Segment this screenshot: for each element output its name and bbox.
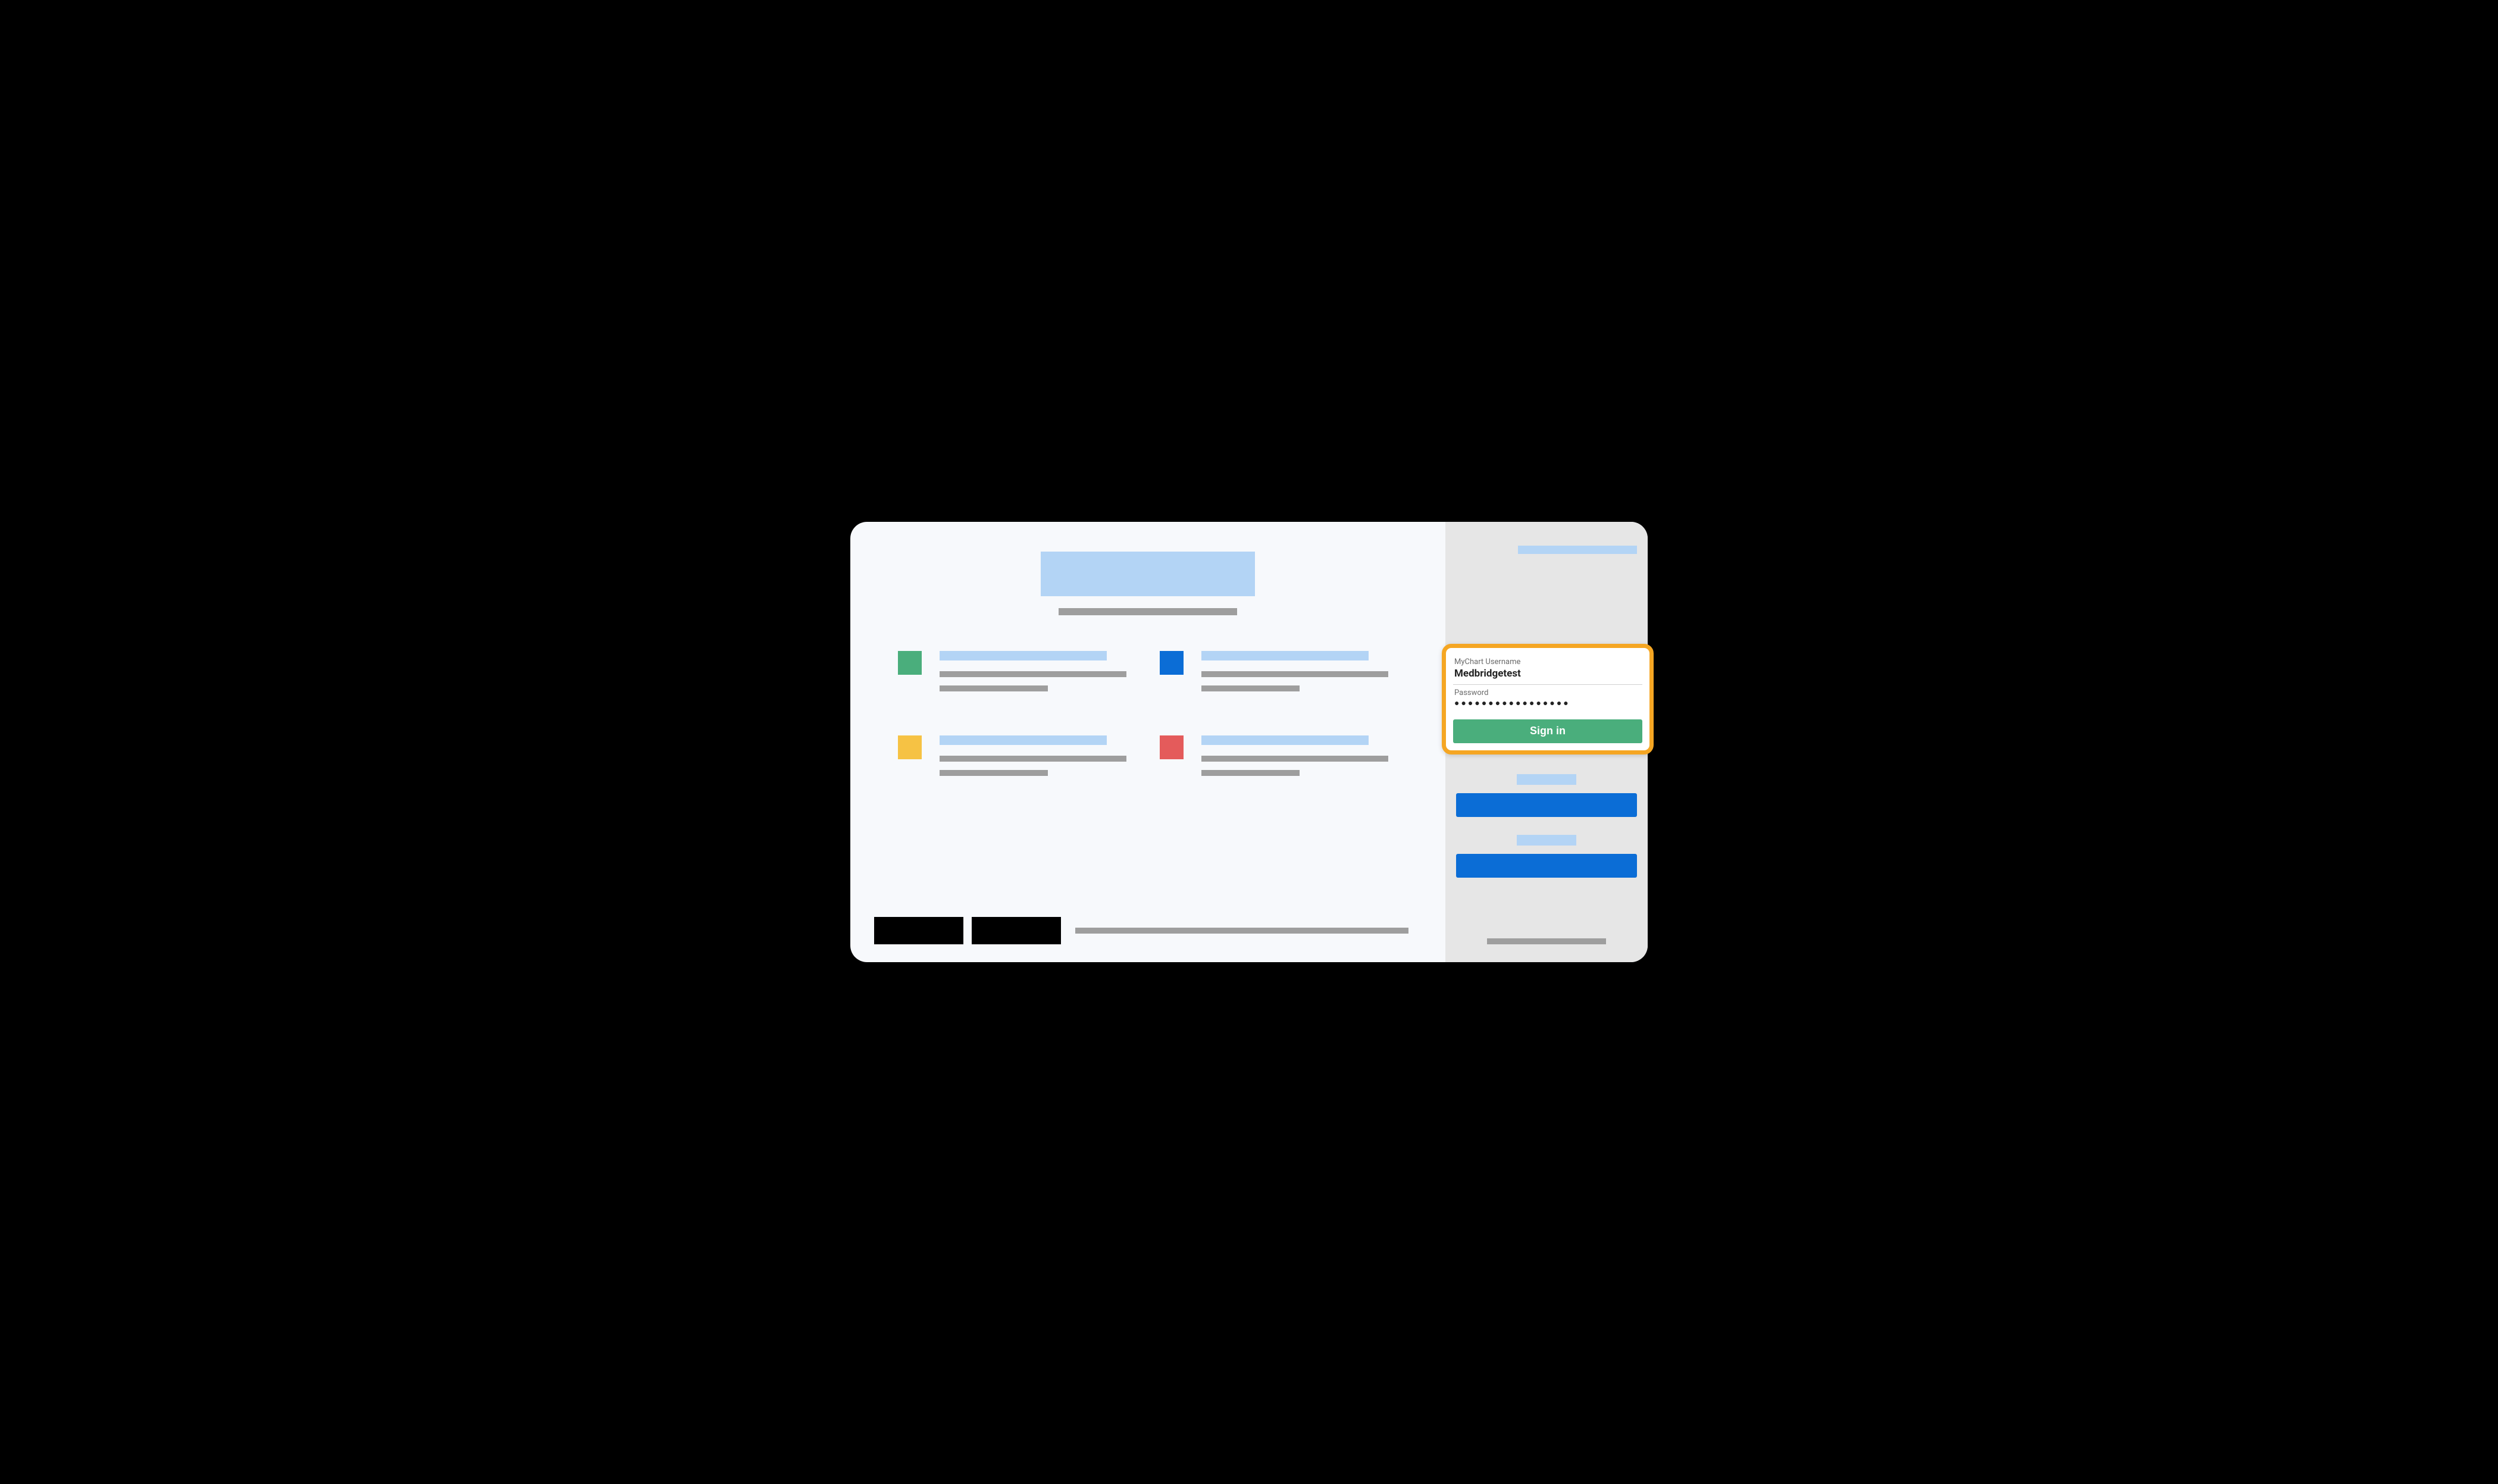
footer-button-2[interactable]: [972, 917, 1061, 944]
login-card: MyChart Username Medbridgetest Password …: [1442, 644, 1654, 754]
tile-icon-red: [1160, 735, 1184, 759]
tile-text-placeholder: [940, 685, 1048, 691]
tile-text-placeholder: [940, 671, 1126, 677]
feature-tiles: [874, 651, 1422, 784]
sidebar-top-link-placeholder[interactable]: [1518, 546, 1637, 554]
tile-text-placeholder: [940, 756, 1126, 762]
feature-tile[interactable]: [1160, 651, 1398, 700]
footer-button-1[interactable]: [874, 917, 963, 944]
tile-icon-blue: [1160, 651, 1184, 675]
feature-tile[interactable]: [898, 651, 1136, 700]
login-highlight-wrap: MyChart Username Medbridgetest Password …: [1442, 644, 1654, 754]
tile-title-placeholder: [1201, 651, 1369, 660]
sidebar-group-1: [1456, 774, 1637, 817]
username-field[interactable]: MyChart Username Medbridgetest: [1453, 654, 1642, 685]
tile-text-placeholder: [940, 770, 1048, 776]
password-field[interactable]: Password ●●●●●●●●●●●●●●●●●: [1453, 685, 1642, 713]
username-value: Medbridgetest: [1454, 668, 1641, 680]
tile-body: [1201, 651, 1398, 700]
main-footer: [874, 905, 1422, 944]
sign-in-button[interactable]: Sign in: [1453, 719, 1642, 743]
sidebar: MyChart Username Medbridgetest Password …: [1445, 522, 1648, 962]
tile-title-placeholder: [1201, 735, 1369, 745]
sidebar-primary-button-2[interactable]: [1456, 854, 1637, 878]
sidebar-group-2: [1456, 835, 1637, 878]
tile-body: [940, 735, 1136, 784]
sidebar-footer-placeholder: [1487, 938, 1606, 944]
tile-title-placeholder: [940, 651, 1107, 660]
tile-body: [1201, 735, 1398, 784]
password-label: Password: [1454, 688, 1641, 697]
hero-subtitle-placeholder: [1059, 608, 1237, 615]
username-label: MyChart Username: [1454, 658, 1641, 666]
hero-banner-placeholder: [1041, 552, 1255, 596]
sidebar-subheading-placeholder: [1517, 774, 1576, 785]
tile-text-placeholder: [1201, 770, 1300, 776]
sidebar-subheading-placeholder: [1517, 835, 1576, 846]
hero-section: [874, 552, 1422, 615]
tile-text-placeholder: [1201, 685, 1300, 691]
sidebar-primary-button-1[interactable]: [1456, 793, 1637, 817]
password-value-masked: ●●●●●●●●●●●●●●●●●: [1454, 699, 1641, 709]
feature-tile[interactable]: [898, 735, 1136, 784]
app-window: MyChart Username Medbridgetest Password …: [850, 522, 1648, 962]
tile-body: [940, 651, 1136, 700]
tile-icon-yellow: [898, 735, 922, 759]
tile-text-placeholder: [1201, 756, 1388, 762]
feature-tile[interactable]: [1160, 735, 1398, 784]
main-content: [850, 522, 1445, 962]
tile-text-placeholder: [1201, 671, 1388, 677]
footer-text-placeholder: [1075, 928, 1408, 934]
tile-title-placeholder: [940, 735, 1107, 745]
tile-icon-green: [898, 651, 922, 675]
